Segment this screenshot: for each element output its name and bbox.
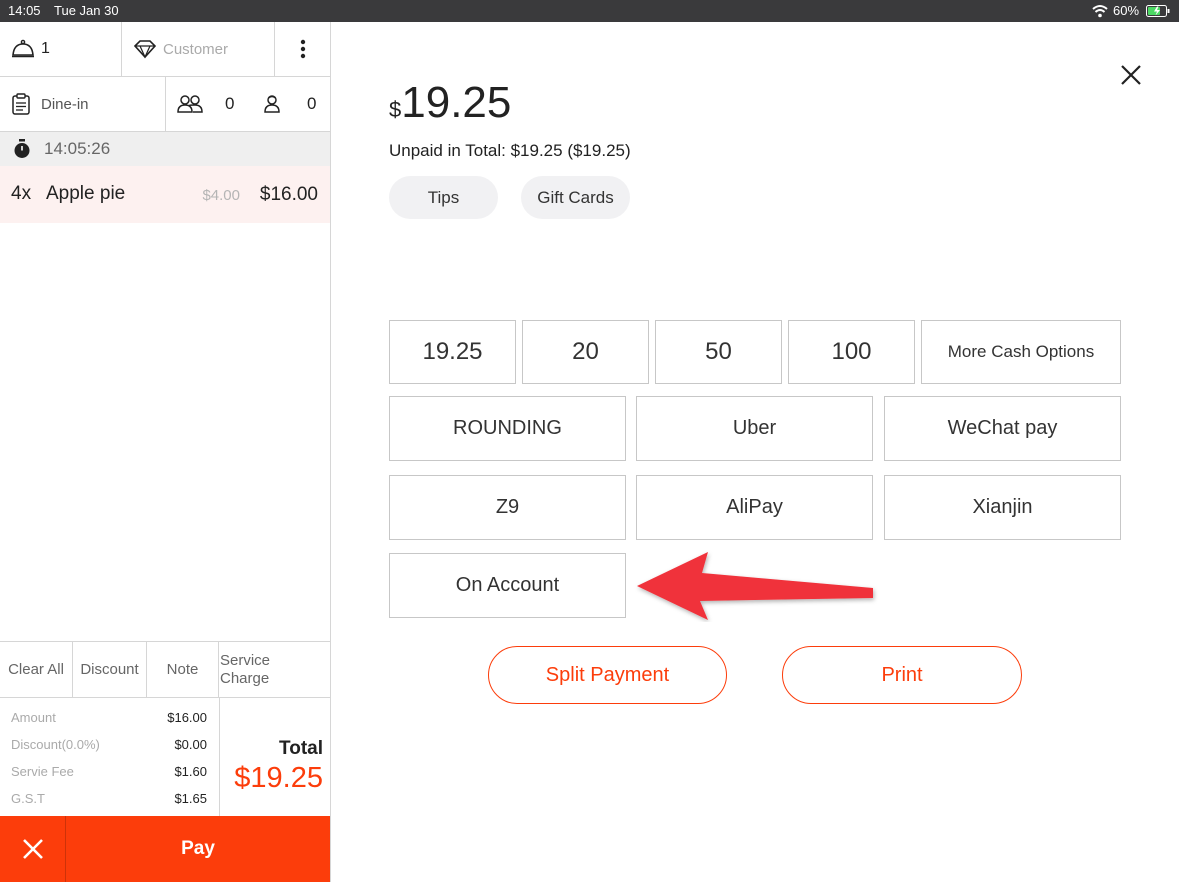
table-number: 1 [41,40,50,57]
pay-bar: Pay [0,816,330,882]
close-payment-button[interactable] [1115,59,1147,91]
annotation-arrow-icon [637,552,873,620]
service-charge-button[interactable]: Service Charge [220,642,302,697]
item-quantity: 4x [11,183,32,204]
summary-value: $16.00 [167,710,207,725]
adults-icon [177,95,203,113]
customer-selector[interactable]: Customer [133,22,273,76]
split-payment-button[interactable]: Split Payment [488,646,727,704]
amount-value: 19.25 [401,78,512,127]
battery-icon [1146,5,1170,17]
summary-value: $1.65 [174,791,207,806]
order-type-selector[interactable]: Dine-in [11,77,161,131]
status-date: Tue Jan 30 [54,3,119,18]
payment-method-alipay[interactable]: AliPay [636,475,873,540]
summary-label: Servie Fee [11,764,74,779]
order-summary: Amount $16.00 Discount(0.0%) $0.00 Servi… [0,698,330,816]
cash-option-button[interactable]: 50 [655,320,782,384]
close-icon [22,839,43,859]
wifi-icon [1092,5,1108,18]
close-icon [1121,65,1141,85]
item-name: Apple pie [46,183,126,204]
payment-method-z9[interactable]: Z9 [389,475,626,540]
dining-row: Dine-in 0 0 [0,77,330,132]
status-time: 14:05 [8,3,41,18]
summary-value: $1.60 [174,764,207,779]
summary-label: G.S.T [11,791,45,806]
adults-count: 0 [225,94,235,113]
print-button[interactable]: Print [782,646,1022,704]
pay-button[interactable]: Pay [66,816,330,882]
child-icon [264,95,280,113]
currency-symbol: $ [389,97,402,122]
order-header-row: 1 Customer [0,22,330,77]
order-type-label: Dine-in [41,95,89,113]
adults-counter[interactable]: 0 [176,77,246,131]
customer-placeholder: Customer [163,40,229,58]
item-line-total: $16.00 [259,184,318,205]
payment-method-xianjin[interactable]: Xianjin [884,475,1121,540]
order-panel: 1 Customer Dine-in 0 0 14:05:26 4x Apple… [0,22,331,882]
unpaid-total: Unpaid in Total: $19.25 ($19.25) [389,141,631,160]
cash-option-button[interactable]: 19.25 [389,320,516,384]
table-selector[interactable]: 1 [11,22,111,76]
total-label: Total [279,738,323,759]
order-timer-row: 14:05:26 [0,132,330,166]
more-options-button[interactable] [275,22,330,76]
stopwatch-icon [14,139,30,158]
more-cash-options-button[interactable]: More Cash Options [921,320,1121,384]
status-bar: 14:05 Tue Jan 30 60% [0,0,1179,22]
cloche-icon [12,39,34,58]
summary-label: Discount(0.0%) [11,737,100,752]
item-unit-price: $4.00 [202,187,240,204]
clear-all-button[interactable]: Clear All [0,642,72,697]
discount-button[interactable]: Discount [73,642,146,697]
clipboard-icon [12,93,30,115]
payment-amount: $19.25 [389,78,511,128]
diamond-icon [133,40,157,59]
gift-cards-button[interactable]: Gift Cards [521,176,630,219]
order-timer: 14:05:26 [44,139,111,158]
order-actions-bar: Clear All Discount Note Service Charge [0,641,330,698]
children-counter[interactable]: 0 [262,77,330,131]
cancel-button[interactable] [0,816,65,882]
summary-value: $0.00 [174,737,207,752]
battery-percent: 60% [1113,3,1140,18]
order-item-row[interactable]: 4x Apple pie $4.00 $16.00 [0,166,330,223]
more-vertical-icon [300,39,305,59]
payment-method-uber[interactable]: Uber [636,396,873,461]
summary-label: Amount [11,710,56,725]
children-count: 0 [307,94,317,113]
total-value: $19.25 [234,762,323,794]
tips-button[interactable]: Tips [389,176,498,219]
payment-method-on-account[interactable]: On Account [389,553,626,618]
payment-panel: $19.25 Unpaid in Total: $19.25 ($19.25) … [331,22,1179,882]
payment-method-rounding[interactable]: ROUNDING [389,396,626,461]
cash-option-button[interactable]: 20 [522,320,649,384]
cash-option-button[interactable]: 100 [788,320,915,384]
note-button[interactable]: Note [147,642,218,697]
payment-method-wechat-pay[interactable]: WeChat pay [884,396,1121,461]
